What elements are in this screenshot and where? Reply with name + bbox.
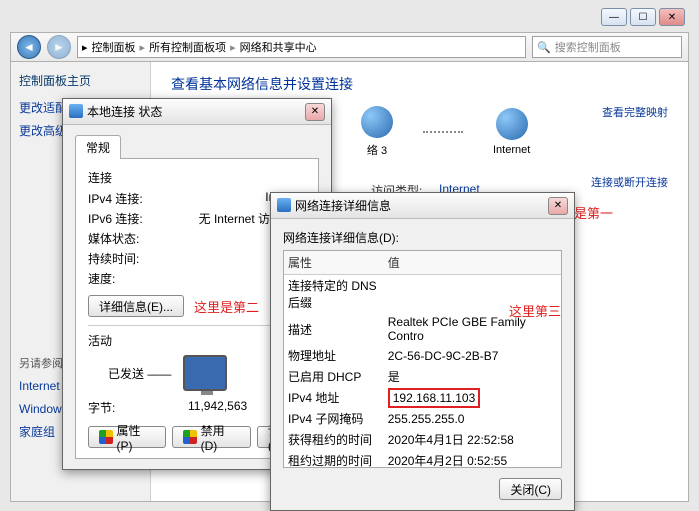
toolbar: ◄ ► ▸ 控制面板 ▸ 所有控制面板项 ▸ 网络和共享中心 🔍搜索控制面板 [10, 32, 689, 62]
shield-icon [99, 430, 113, 444]
properties-button[interactable]: 属性(P) [88, 426, 166, 448]
close-details-button[interactable]: 关闭(C) [499, 478, 562, 500]
network-icon [361, 106, 393, 138]
connection-details-dialog: 网络连接详细信息 ✕ 网络连接详细信息(D): 属性值 连接特定的 DNS 后缀… [270, 192, 575, 511]
back-button[interactable]: ◄ [17, 35, 41, 59]
internet-icon [496, 108, 528, 140]
table-row[interactable]: 物理地址2C-56-DC-9C-2B-B7 [284, 345, 561, 366]
monitor-icon [183, 355, 227, 391]
disable-button[interactable]: 禁用(D) [172, 426, 251, 448]
minimize-button[interactable]: — [601, 8, 627, 26]
table-row[interactable]: IPv4 子网掩码255.255.255.0 [284, 408, 561, 429]
maximize-button[interactable]: ☐ [630, 8, 656, 26]
details-dialog-title: 网络连接详细信息 [277, 197, 548, 214]
table-row[interactable]: IPv4 地址192.168.11.103 [284, 387, 561, 408]
forward-button[interactable]: ► [47, 35, 71, 59]
breadcrumb-mid[interactable]: 所有控制面板项 [149, 39, 226, 55]
breadcrumb-root[interactable]: 控制面板 [92, 39, 136, 55]
status-dialog-title: 本地连接 状态 [69, 103, 305, 120]
search-input[interactable]: 🔍搜索控制面板 [532, 36, 682, 58]
shield-icon [183, 430, 197, 444]
close-button[interactable]: ✕ [659, 8, 685, 26]
sidebar-home[interactable]: 控制面板主页 [19, 72, 142, 89]
details-button[interactable]: 详细信息(E)... [88, 295, 184, 317]
annotation-2: 这里是第二 [194, 297, 259, 316]
breadcrumb-leaf[interactable]: 网络和共享中心 [240, 39, 317, 55]
status-close-button[interactable]: ✕ [305, 103, 325, 121]
details-heading: 网络连接详细信息(D): [283, 229, 562, 246]
breadcrumb[interactable]: ▸ 控制面板 ▸ 所有控制面板项 ▸ 网络和共享中心 [77, 36, 526, 58]
general-tab[interactable]: 常规 [75, 135, 121, 159]
table-row[interactable]: 已启用 DHCP是 [284, 366, 561, 387]
table-row[interactable]: 获得租约的时间2020年4月1日 22:52:58 [284, 429, 561, 450]
details-close-button[interactable]: ✕ [548, 197, 568, 215]
connect-disconnect-link[interactable]: 连接或断开连接 [591, 174, 668, 190]
annotation-3: 这里第三 [509, 301, 561, 320]
page-heading: 查看基本网络信息并设置连接 [171, 74, 668, 94]
details-table: 属性值 连接特定的 DNS 后缀描述Realtek PCIe GBE Famil… [284, 251, 561, 468]
table-row[interactable]: 租约过期的时间2020年4月2日 0:52:55 [284, 450, 561, 468]
full-map-link[interactable]: 查看完整映射 [602, 104, 668, 120]
